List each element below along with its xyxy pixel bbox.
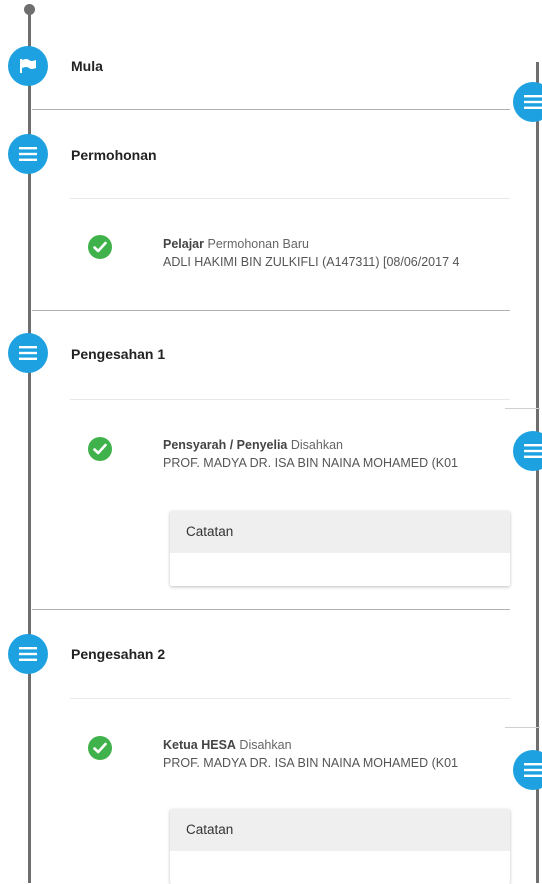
entry-action: Disahkan — [290, 438, 343, 452]
stage-divider — [32, 109, 510, 110]
entry-divider — [70, 399, 510, 400]
entry-role: Pelajar — [163, 237, 205, 251]
history-entry: Ketua HESA Disahkan PROF. MADYA DR. ISA … — [163, 736, 510, 772]
stage-title-permohonan: Permohonan — [71, 147, 157, 163]
stage-title-pengesahan-1: Pengesahan 1 — [71, 346, 166, 362]
check-icon — [88, 736, 112, 760]
entry-detail: PROF. MADYA DR. ISA BIN NAINA MOHAMED (K… — [163, 456, 458, 470]
entry-detail: PROF. MADYA DR. ISA BIN NAINA MOHAMED (K… — [163, 756, 458, 770]
history-entry: Pensyarah / Penyelia Disahkan PROF. MADY… — [163, 436, 510, 472]
entry-divider — [70, 198, 510, 199]
secondary-divider — [505, 408, 540, 409]
stage-divider — [32, 609, 510, 610]
menu-icon[interactable] — [8, 634, 48, 674]
note-panel: Catatan — [170, 809, 510, 884]
entry-divider — [70, 698, 510, 699]
note-heading: Catatan — [170, 511, 510, 553]
entry-action: Disahkan — [239, 738, 292, 752]
menu-icon[interactable] — [8, 134, 48, 174]
check-icon — [88, 235, 112, 259]
stage-title-mula: Mula — [71, 58, 103, 74]
entry-detail: ADLI HAKIMI BIN ZULKIFLI (A147311) [08/0… — [163, 255, 460, 269]
entry-action: Permohonan Baru — [207, 237, 309, 251]
entry-role: Pensyarah / Penyelia — [163, 438, 288, 452]
history-entry: Pelajar Permohonan Baru ADLI HAKIMI BIN … — [163, 235, 510, 271]
menu-icon[interactable] — [8, 333, 48, 373]
flag-icon[interactable] — [8, 46, 48, 86]
menu-icon[interactable] — [513, 82, 542, 122]
note-heading: Catatan — [170, 809, 510, 851]
entry-role: Ketua HESA — [163, 738, 236, 752]
stage-title-pengesahan-2: Pengesahan 2 — [71, 646, 166, 662]
note-panel: Catatan — [170, 511, 510, 586]
stage-divider — [32, 310, 510, 311]
secondary-divider — [505, 727, 540, 728]
menu-icon[interactable] — [513, 431, 542, 471]
check-icon — [88, 437, 112, 461]
menu-icon[interactable] — [513, 750, 542, 790]
